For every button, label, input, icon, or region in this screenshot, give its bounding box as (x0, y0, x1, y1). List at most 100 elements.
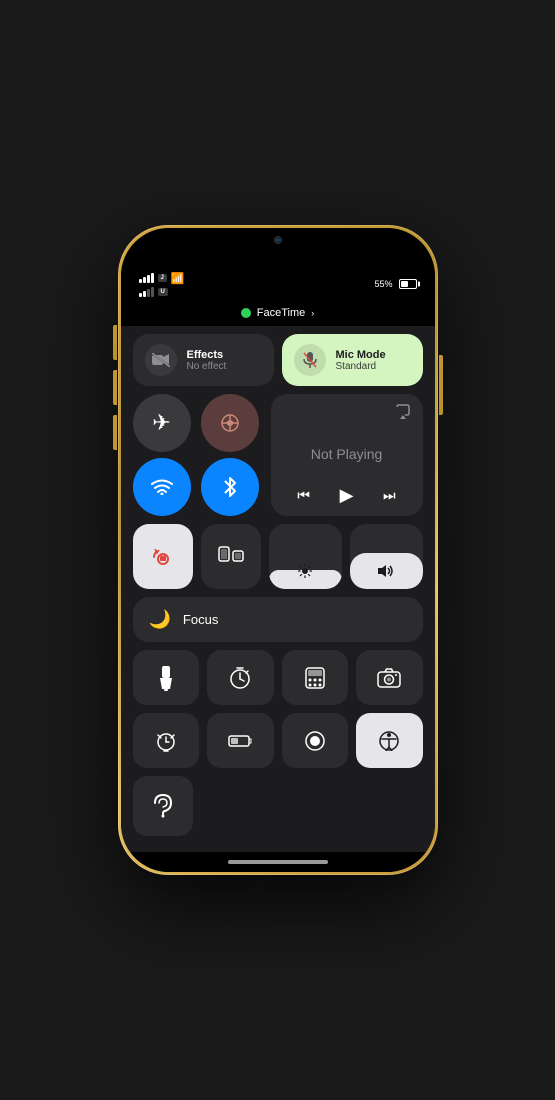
tools-row-2 (133, 713, 423, 768)
accessibility-icon (379, 731, 399, 751)
signal-bars-2 (139, 287, 154, 297)
volume-slider[interactable] (350, 524, 423, 589)
bar1 (139, 279, 142, 283)
brightness-icon (277, 564, 334, 581)
focus-label: Focus (183, 612, 218, 627)
row-network-nowplaying: ✈ (133, 394, 423, 516)
bar2 (143, 291, 146, 297)
wifi-tile[interactable] (133, 458, 191, 516)
network-grid: ✈ (133, 394, 263, 516)
mic-mode-tile[interactable]: Mic Mode Standard (282, 334, 423, 386)
bluetooth-tile[interactable] (201, 458, 259, 516)
cellular-icon (219, 412, 241, 434)
flashlight-icon (156, 665, 176, 691)
screen-record-icon (304, 730, 326, 752)
calculator-tile[interactable] (282, 650, 349, 705)
status-left: J 📶 U (139, 272, 185, 297)
phone-frame: J 📶 U 55% (118, 225, 438, 875)
carrier2-badge: U (158, 288, 168, 296)
timer-tile[interactable] (207, 650, 274, 705)
camera-icon (377, 668, 401, 688)
hearing-tile[interactable] (133, 776, 193, 836)
carrier1-badge: J (158, 274, 167, 282)
effects-icon (152, 353, 170, 367)
hearing-icon (152, 793, 174, 819)
battery-percent: 55% (374, 279, 392, 289)
wifi-icon: 📶 (171, 272, 185, 285)
screen-record-tile[interactable] (282, 713, 349, 768)
control-center: Effects No effect (121, 326, 435, 852)
play-button[interactable]: ▶ (340, 485, 354, 506)
screen: J 📶 U 55% (121, 228, 435, 872)
brightness-slider[interactable] (269, 524, 342, 589)
moon-icon: 🌙 (149, 609, 171, 630)
carrier2-row: U (139, 287, 185, 297)
effects-tile[interactable]: Effects No effect (133, 334, 274, 386)
bluetooth-icon (223, 476, 237, 498)
not-playing-text: Not Playing (283, 423, 411, 485)
mic-text: Mic Mode Standard (336, 349, 386, 372)
effects-text: Effects No effect (187, 349, 227, 372)
airplay-svg (395, 404, 411, 420)
mic-icon (302, 351, 318, 369)
airplay-icon[interactable] (395, 404, 411, 423)
tools-row-1 (133, 650, 423, 705)
accessibility-tile[interactable] (356, 713, 423, 768)
facetime-chevron-icon: › (311, 308, 314, 318)
focus-tile[interactable]: 🌙 Focus (133, 597, 423, 642)
status-bar: J 📶 U 55% (121, 268, 435, 300)
alarm-tile[interactable] (133, 713, 200, 768)
flashlight-tile[interactable] (133, 650, 200, 705)
rotation-lock-tile[interactable] (133, 524, 193, 589)
previous-button[interactable]: ⏮ (297, 487, 310, 504)
effects-subtitle: No effect (187, 361, 227, 372)
airplane-tile[interactable]: ✈ (133, 394, 191, 452)
bar2 (143, 277, 146, 283)
facetime-label: FaceTime (257, 307, 306, 319)
effects-icon-circle (145, 344, 177, 376)
bar4 (151, 287, 154, 297)
battery-icon (399, 279, 417, 289)
calculator-icon (305, 667, 325, 689)
mic-mode-title: Mic Mode (336, 349, 386, 361)
signal-bars-1 (139, 273, 154, 283)
bar1 (139, 293, 142, 297)
notch (223, 228, 333, 252)
facetime-bar[interactable]: FaceTime › (121, 300, 435, 326)
bottom-row (133, 776, 423, 836)
bar3 (147, 275, 150, 283)
camera-tile[interactable] (356, 650, 423, 705)
front-camera (274, 236, 282, 244)
now-playing-tile[interactable]: Not Playing ⏮ ▶ ⏭ (271, 394, 423, 516)
wifi-icon (151, 479, 173, 495)
notch-area (121, 228, 435, 268)
rotation-lock-icon (149, 543, 177, 571)
row-effects-mic: Effects No effect (133, 334, 423, 386)
home-indicator (121, 852, 435, 872)
screen-mirror-icon (218, 546, 244, 568)
facetime-active-indicator (241, 308, 251, 318)
mic-mode-subtitle: Standard (336, 361, 386, 372)
battery-tile-icon (228, 734, 252, 748)
status-right: 55% (374, 279, 416, 289)
effects-title: Effects (187, 349, 227, 361)
now-playing-top (283, 404, 411, 423)
row-controls-sliders (133, 524, 423, 589)
cellular-tile[interactable] (201, 394, 259, 452)
phone-inner: J 📶 U 55% (121, 228, 435, 872)
bar3 (147, 289, 150, 297)
screen-mirror-tile[interactable] (201, 524, 261, 589)
carrier1-row: J 📶 (139, 272, 185, 285)
alarm-icon (155, 730, 177, 752)
battery-fill (401, 281, 409, 287)
battery-body (399, 279, 417, 289)
home-bar (228, 860, 328, 864)
next-button[interactable]: ⏭ (383, 487, 396, 504)
mic-icon-circle (294, 344, 326, 376)
playback-controls: ⏮ ▶ ⏭ (283, 485, 411, 506)
airplane-icon: ✈ (152, 410, 170, 436)
battery-tile[interactable] (207, 713, 274, 768)
bar4 (151, 273, 154, 283)
timer-icon (229, 667, 251, 689)
volume-icon (358, 564, 415, 581)
